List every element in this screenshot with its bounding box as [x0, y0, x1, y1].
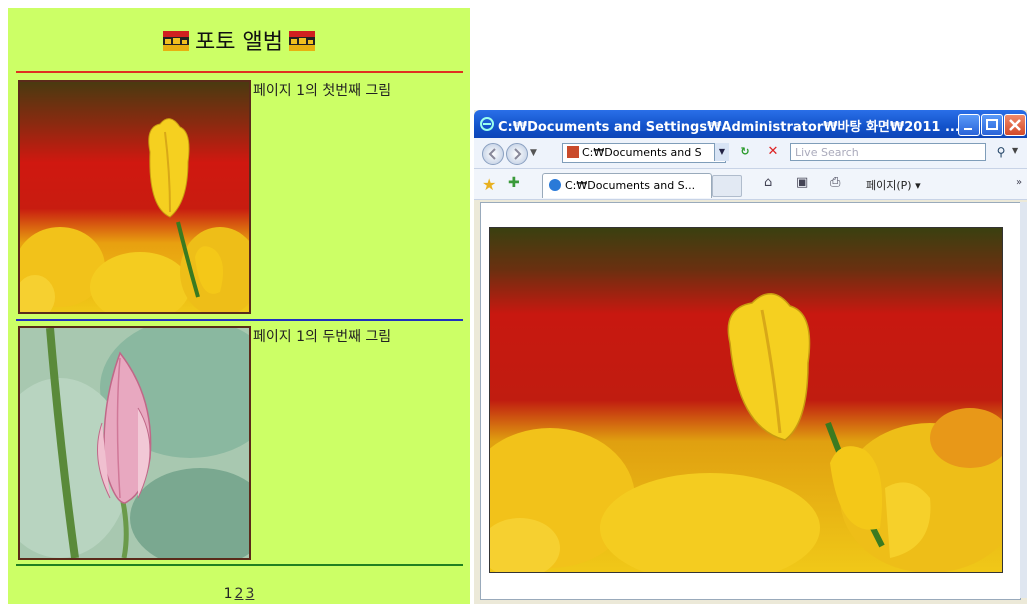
- browser-window: C:₩Documents and Settings₩Administrator₩…: [474, 110, 1027, 604]
- search-dropdown-icon[interactable]: ▼: [1012, 146, 1018, 155]
- flag-icon: [288, 31, 315, 51]
- tab-label: C:₩Documents and S...: [565, 179, 696, 192]
- window-title: C:₩Documents and Settings₩Administrator₩…: [498, 120, 960, 135]
- ie-tab-icon: [549, 179, 561, 191]
- scrollbar[interactable]: [1020, 202, 1027, 598]
- address-dropdown-icon[interactable]: ▼: [714, 143, 729, 161]
- ie-logo-icon: [480, 117, 494, 131]
- favorites-star-icon[interactable]: ★: [482, 175, 496, 194]
- title-bar[interactable]: C:₩Documents and Settings₩Administrator₩…: [474, 110, 1027, 138]
- back-icon: [488, 148, 496, 160]
- address-input[interactable]: C:₩Documents and S: [562, 143, 726, 163]
- divider-mid: [16, 319, 463, 321]
- browser-content: [480, 202, 1021, 600]
- photo-thumbnail-tulip[interactable]: [18, 80, 251, 314]
- photo-caption-1: 페이지 1의 첫번째 그림: [253, 83, 392, 99]
- feed-icon[interactable]: ▣: [796, 175, 808, 190]
- page-1: 1: [223, 586, 233, 602]
- pagination: 123: [8, 586, 470, 602]
- refresh-icon: ↻: [740, 145, 750, 158]
- divider-bottom: [16, 564, 463, 566]
- minimize-icon: [964, 128, 972, 130]
- search-button[interactable]: ⚲: [992, 143, 1010, 161]
- forward-icon: [514, 148, 522, 160]
- photo-caption-2: 페이지 1의 두번째 그림: [253, 329, 392, 345]
- close-button[interactable]: [1004, 114, 1026, 136]
- photo-album-page: 포토 앨범 페이지 1의 첫번째 그림 페이지 1의 두번째 그림 1 2 3: [8, 8, 470, 604]
- refresh-button[interactable]: ↻: [736, 143, 754, 161]
- search-input[interactable]: Live Search: [790, 143, 986, 161]
- close-icon: [1009, 119, 1021, 131]
- stop-icon: ✕: [767, 144, 779, 159]
- page-menu-button[interactable]: 페이지(P) ▾: [866, 177, 921, 193]
- page-title: 포토 앨범: [8, 24, 470, 56]
- add-favorites-icon[interactable]: ✚: [508, 175, 520, 191]
- minimize-button[interactable]: [958, 114, 980, 136]
- page-2-link[interactable]: 2: [235, 586, 244, 602]
- address-bar-row: ▼ C:₩Documents and S ▼ ↻ ✕ Live Search ⚲…: [474, 138, 1027, 169]
- search-icon: ⚲: [996, 145, 1006, 159]
- back-button[interactable]: [482, 143, 504, 165]
- divider-top: [16, 71, 463, 73]
- maximize-button[interactable]: [981, 114, 1003, 136]
- maximize-icon: [986, 119, 998, 130]
- home-icon[interactable]: ⌂: [764, 175, 772, 190]
- flag-icon: [163, 31, 190, 51]
- print-icon[interactable]: ⎙: [830, 175, 840, 190]
- title-text: 포토 앨범: [195, 30, 283, 55]
- stop-button[interactable]: ✕: [764, 143, 782, 161]
- tab-bar: ★ ✚ C:₩Documents and S... ⌂ ▣ ⎙ 페이지(P) ▾…: [474, 169, 1027, 200]
- forward-button[interactable]: [506, 143, 528, 165]
- tab-active[interactable]: C:₩Documents and S...: [542, 173, 712, 198]
- page-3-link[interactable]: 3: [245, 586, 254, 602]
- new-tab-button[interactable]: [712, 175, 742, 197]
- more-icon[interactable]: »: [1016, 177, 1022, 188]
- history-dropdown-icon[interactable]: ▼: [530, 148, 537, 158]
- page-icon: [567, 146, 579, 158]
- page-menu-label: 페이지(P): [866, 179, 912, 192]
- content-photo-tulip: [489, 227, 1003, 573]
- address-text: C:₩Documents and S: [582, 146, 702, 159]
- photo-thumbnail-lotus[interactable]: [18, 326, 251, 560]
